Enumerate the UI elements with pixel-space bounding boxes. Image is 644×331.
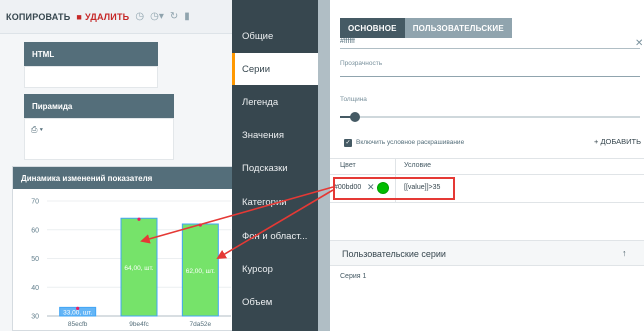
y-tick-label: 40 xyxy=(31,285,39,292)
delete-button[interactable]: ■ УДАЛИТЬ xyxy=(76,12,129,22)
menu-item-background[interactable]: Фон и област... xyxy=(232,220,318,252)
bar-data-label: 64,00, шт. xyxy=(124,265,153,272)
settings-menu: Общие Серии Легенда Значения Подсказки К… xyxy=(232,0,318,331)
menu-item-label: Курсор xyxy=(242,263,273,275)
tab-custom[interactable]: ПОЛЬЗОВАТЕЛЬСКИЕ xyxy=(404,18,512,38)
menu-item-categories[interactable]: Категории xyxy=(232,186,318,218)
table-header-divider xyxy=(330,174,644,175)
y-tick-label: 70 xyxy=(31,199,39,206)
highlight-box xyxy=(333,177,455,200)
thickness-slider-track[interactable] xyxy=(340,116,640,118)
x-tick-label: 85ecfb xyxy=(68,321,88,328)
redo-icon[interactable]: ↻ xyxy=(170,11,178,22)
menu-item-label: Значения xyxy=(242,129,284,141)
conditional-coloring-label: Включить условное раскрашивание xyxy=(356,139,465,146)
add-condition-button[interactable]: + ДОБАВИТЬ xyxy=(594,137,641,146)
delete-label: УДАЛИТЬ xyxy=(85,11,130,22)
menu-item-label: Подсказки xyxy=(242,162,288,174)
y-tick-label: 30 xyxy=(31,314,39,321)
toolbar: КОПИРОВАТЬ ■ УДАЛИТЬ ◷ ◷▾ ↻ ▮ xyxy=(0,0,232,34)
menu-item-label: Объем xyxy=(242,296,273,308)
thickness-label: Толщина xyxy=(340,96,367,103)
series-list-item[interactable]: Серия 1 xyxy=(340,273,366,280)
chart-header[interactable]: Динамика изменений показателя xyxy=(13,167,239,189)
menu-scrollbar[interactable] xyxy=(318,0,330,331)
color-field-value[interactable]: #ffffff xyxy=(340,38,355,45)
opacity-label: Прозрачность xyxy=(340,60,383,67)
y-tick-label: 50 xyxy=(31,256,39,263)
tab-basic[interactable]: ОСНОВНОЕ xyxy=(340,18,405,38)
menu-item-general[interactable]: Общие xyxy=(232,20,318,52)
chart-title: Динамика изменений показателя xyxy=(21,173,153,183)
bar-chart: 30 40 50 60 70 33,00, шт. 85ecfb 64,00, шт. 9be4… xyxy=(31,199,231,328)
html-panel-body xyxy=(24,66,158,88)
tab-label: ПОЛЬЗОВАТЕЛЬСКИЕ xyxy=(412,23,504,33)
tab-label: ОСНОВНОЕ xyxy=(348,23,397,33)
app-root: КОПИРОВАТЬ ■ УДАЛИТЬ ◷ ◷▾ ↻ ▮ HTML Пирам… xyxy=(0,0,644,331)
series-settings-panel: ОСНОВНОЕ ПОЛЬЗОВАТЕЛЬСКИЕ #ffffff ✕ Проз… xyxy=(330,0,644,331)
thickness-slider-thumb[interactable] xyxy=(350,112,360,122)
menu-item-values[interactable]: Значения xyxy=(232,119,318,151)
color-field-underline xyxy=(340,48,640,49)
menu-item-series[interactable]: Серии xyxy=(232,53,318,85)
conditional-coloring-checkbox[interactable]: ✓ xyxy=(344,139,352,147)
arrow-up-icon[interactable]: ↑ xyxy=(622,248,627,258)
y-tick-label: 60 xyxy=(31,227,39,234)
trash-icon: ■ xyxy=(76,11,83,22)
bar-marker xyxy=(198,223,202,227)
html-panel-header[interactable]: HTML xyxy=(24,42,158,66)
menu-item-label: Легенда xyxy=(242,96,279,108)
copy-button[interactable]: КОПИРОВАТЬ xyxy=(6,12,70,22)
menu-item-volume[interactable]: Объем xyxy=(232,286,318,318)
menu-item-label: Серии xyxy=(242,63,271,75)
menu-item-legend[interactable]: Легенда xyxy=(232,86,318,118)
custom-series-title: Пользовательские серии xyxy=(342,249,446,259)
table-top-line xyxy=(330,158,644,159)
history-dropdown-icon[interactable]: ◷▾ xyxy=(150,11,164,22)
menu-item-label: Категории xyxy=(242,196,287,208)
settings-tabs: ОСНОВНОЕ ПОЛЬЗОВАТЕЛЬСКИЕ xyxy=(340,18,512,38)
menu-item-label: Общие xyxy=(242,30,274,42)
pyramid-panel-header[interactable]: Пирамида xyxy=(24,94,174,118)
pyramid-panel-body: ⎙ ▾ xyxy=(24,118,174,160)
opacity-input[interactable] xyxy=(340,76,640,77)
pyramid-panel-title: Пирамида xyxy=(32,101,73,111)
x-tick-label: 9be4fc xyxy=(129,321,149,328)
bar-marker xyxy=(137,217,141,221)
html-panel-title: HTML xyxy=(32,49,55,59)
condition-column-header: Условие xyxy=(404,162,432,169)
history-icon[interactable]: ◷ xyxy=(135,11,144,22)
bar-data-label: 33,00, шт. xyxy=(63,310,92,317)
bar-data-label: 62,00, шт. xyxy=(186,268,215,275)
table-row-divider xyxy=(330,202,644,203)
menu-item-cursor[interactable]: Курсор xyxy=(232,253,318,285)
color-column-header: Цвет xyxy=(340,162,356,169)
menu-item-label: Фон и област... xyxy=(242,230,308,242)
menu-item-tooltips[interactable]: Подсказки xyxy=(232,152,318,184)
dashboard-area: КОПИРОВАТЬ ■ УДАЛИТЬ ◷ ◷▾ ↻ ▮ HTML Пирам… xyxy=(0,0,239,331)
x-tick-label: 7da52e xyxy=(189,321,211,328)
chart-card: Динамика изменений показателя 30 40 50 60 70… xyxy=(12,166,239,331)
print-icon[interactable]: ⎙ ▾ xyxy=(31,125,43,135)
file-icon[interactable]: ▮ xyxy=(184,11,190,22)
